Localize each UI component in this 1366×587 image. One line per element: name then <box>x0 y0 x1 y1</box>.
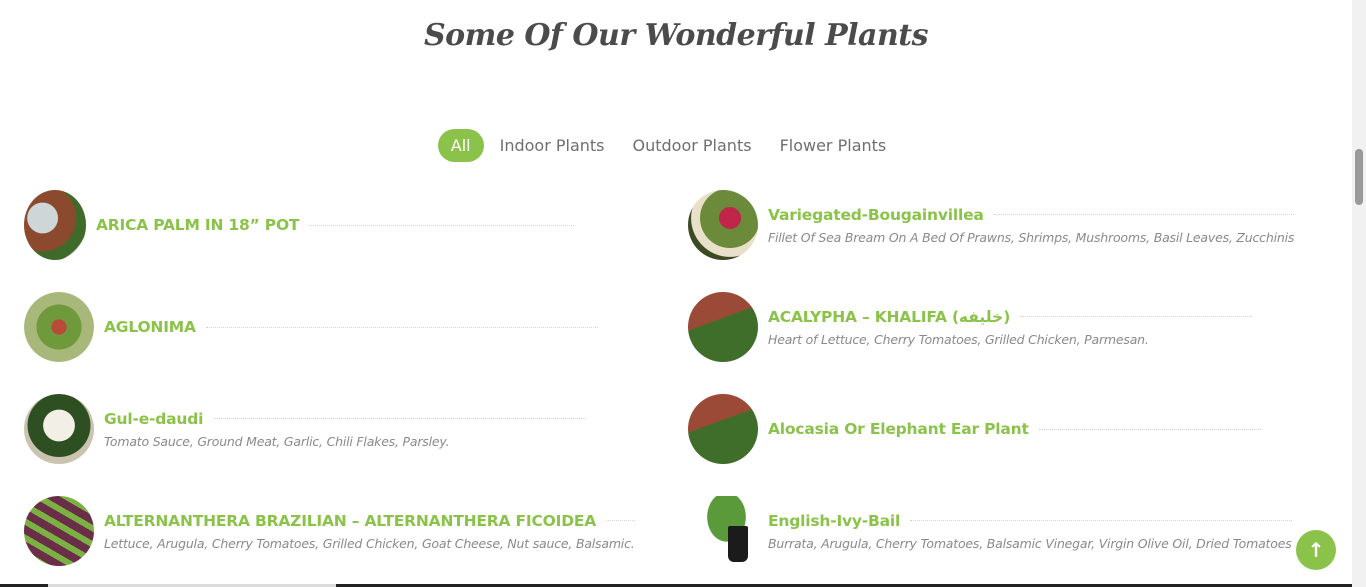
plant-image <box>688 496 758 566</box>
plant-item-alternanthera[interactable]: ALTERNANTHERA BRAZILIAN – ALTERNANTHERA … <box>24 496 635 566</box>
dotted-divider <box>213 418 586 419</box>
plant-image <box>688 292 758 362</box>
plant-name[interactable]: ALTERNANTHERA BRAZILIAN – ALTERNANTHERA … <box>104 512 596 530</box>
plant-description: Heart of Lettuce, Cherry Tomatoes, Grill… <box>768 331 1149 347</box>
plant-description: Tomato Sauce, Ground Meat, Garlic, Chili… <box>104 433 450 449</box>
dotted-divider <box>993 214 1295 215</box>
plant-description: Lettuce, Arugula, Cherry Tomatoes, Grill… <box>104 535 635 551</box>
tab-all[interactable]: All <box>437 129 484 162</box>
tab-indoor-plants[interactable]: Indoor Plants <box>486 130 619 161</box>
dotted-divider <box>910 520 1292 521</box>
section-title: Some Of Our Wonderful Plants <box>423 18 929 53</box>
arrow-up-icon: ↑ <box>1307 538 1325 562</box>
plant-item-acalypha-khalifa[interactable]: ACALYPHA – KHALIFA (خليفه) Heart of Lett… <box>688 292 1252 362</box>
plant-image <box>24 292 94 362</box>
plant-name[interactable]: Gul-e-daudi <box>104 410 203 428</box>
plant-name[interactable]: Variegated-Bougainvillea <box>768 206 984 224</box>
plant-item-gul-e-daudi[interactable]: Gul-e-daudi Tomato Sauce, Ground Meat, G… <box>24 394 586 464</box>
plant-name[interactable]: ACALYPHA – KHALIFA (خليفه) <box>768 308 1010 326</box>
plant-item-alocasia[interactable]: Alocasia Or Elephant Ear Plant <box>688 394 1261 464</box>
plant-image <box>24 190 86 260</box>
category-filter-tabs: All Indoor Plants Outdoor Plants Flower … <box>0 129 1338 162</box>
tab-outdoor-plants[interactable]: Outdoor Plants <box>619 130 766 161</box>
plant-description: Burrata, Arugula, Cherry Tomatoes, Balsa… <box>768 535 1292 551</box>
plant-item-aglonima[interactable]: AGLONIMA <box>24 292 598 362</box>
plant-description: Fillet Of Sea Bream On A Bed Of Prawns, … <box>768 229 1295 245</box>
scrollbar-thumb[interactable] <box>1355 149 1363 205</box>
dotted-divider <box>205 326 598 328</box>
tab-flower-plants[interactable]: Flower Plants <box>766 130 901 161</box>
plant-image <box>24 496 94 566</box>
plant-name[interactable]: Alocasia Or Elephant Ear Plant <box>768 420 1029 438</box>
plant-item-english-ivy-bail[interactable]: English-Ivy-Bail Burrata, Arugula, Cherr… <box>688 496 1292 566</box>
plant-item-variegated-bougainvillea[interactable]: Variegated-Bougainvillea Fillet Of Sea B… <box>688 190 1294 260</box>
back-to-top-button[interactable]: ↑ <box>1296 530 1336 570</box>
dotted-divider <box>309 224 574 226</box>
dotted-divider <box>606 520 635 521</box>
plant-image <box>688 394 758 464</box>
plant-image <box>24 394 94 464</box>
plant-name[interactable]: ARICA PALM IN 18” POT <box>96 216 299 234</box>
dotted-divider <box>1020 316 1252 317</box>
plant-name[interactable]: AGLONIMA <box>104 318 196 336</box>
plant-name[interactable]: English-Ivy-Bail <box>768 512 900 530</box>
plant-item-arica-palm[interactable]: ARICA PALM IN 18” POT <box>24 190 574 260</box>
page-scrollbar[interactable] <box>1352 0 1366 587</box>
plant-image <box>688 190 758 260</box>
dotted-divider <box>1038 428 1261 430</box>
